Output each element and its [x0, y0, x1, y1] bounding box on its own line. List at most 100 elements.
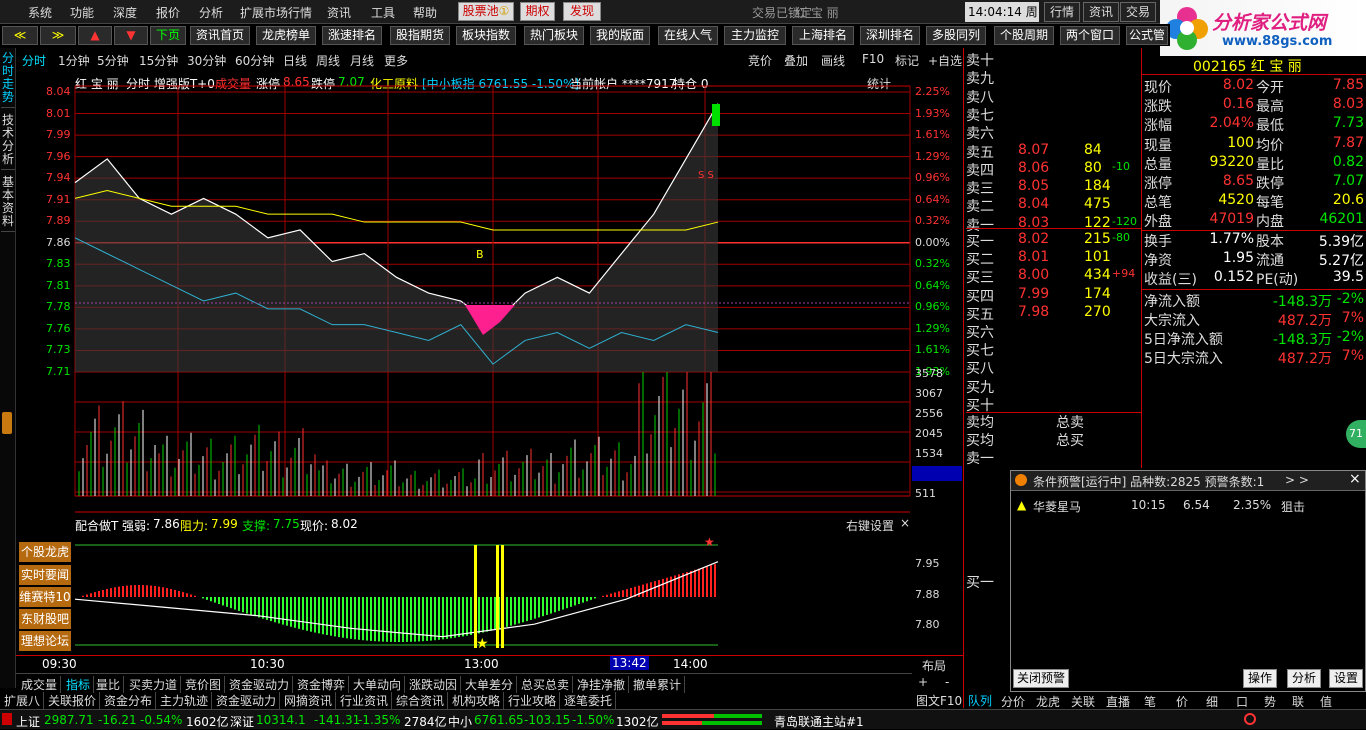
tab-indicator[interactable]: 指标	[66, 676, 95, 693]
divider	[966, 228, 1141, 229]
bottom-tab[interactable]: 分价	[1001, 693, 1025, 710]
total-sell-label: 总卖	[1056, 415, 1084, 431]
signal-bar	[501, 545, 504, 648]
bottom-tab[interactable]: 值	[1320, 693, 1332, 710]
buy-signal-label: B	[476, 248, 484, 261]
minus-icon[interactable]: -	[945, 675, 949, 689]
tab-rise-fall-cause[interactable]: 涨跌动因	[409, 676, 462, 693]
sell-level-row[interactable]: 卖九	[966, 68, 1141, 87]
sell-level-row[interactable]: 卖六	[966, 123, 1141, 142]
tab-web-news[interactable]: 网摘资讯	[284, 692, 337, 709]
sell-level-row[interactable]: 卖七	[966, 105, 1141, 124]
bottom-tab[interactable]: 联	[1292, 693, 1304, 710]
sell-level-row[interactable]: 卖四 8.06 80 -10	[966, 160, 1141, 179]
quote-label: 现价	[1144, 80, 1172, 96]
buy-level-row[interactable]: 买七	[966, 340, 1141, 359]
buy-level-row[interactable]: 买五 7.98 270	[966, 304, 1141, 323]
bottom-tab[interactable]: 细	[1206, 693, 1218, 710]
tag-stock-dragon[interactable]: 个股龙虎	[19, 542, 71, 562]
tab-cancel-total[interactable]: 撤单累计	[633, 676, 686, 693]
alert-row[interactable]: ▲ 华菱星马 10:15 6.54 2.35% 狙击	[1017, 498, 1357, 514]
alert-operate-button[interactable]: 操作	[1243, 669, 1277, 688]
tab-capital-game[interactable]: 资金博弈	[297, 676, 350, 693]
buy-level-row[interactable]: 买九	[966, 377, 1141, 396]
buy-level-row[interactable]: 买八	[966, 358, 1141, 377]
tab-buy-sell-force[interactable]: 买卖力道	[129, 676, 182, 693]
buy-level-row[interactable]: 买一 8.02 215 -80	[966, 231, 1141, 250]
tab-volume[interactable]: 成交量	[21, 676, 62, 693]
tab-main-trace[interactable]: 主力轨迹	[160, 692, 213, 709]
connection-icon	[1244, 713, 1256, 725]
queue-tab[interactable]: 队列	[968, 692, 992, 709]
price-tick: 7.89	[46, 214, 71, 228]
level-volume: 174	[1084, 285, 1111, 302]
bottom-tab[interactable]: 龙虎	[1036, 693, 1060, 710]
level-label: 买八	[966, 361, 994, 378]
quote-value: 8.03	[1332, 96, 1364, 113]
alert-titlebar[interactable]: 条件预警[运行中] 品种数:2825 预警条数:1 > > ×	[1011, 471, 1365, 491]
close-icon[interactable]: ×	[1349, 471, 1361, 487]
tab-industry-news[interactable]: 行业资讯	[340, 692, 393, 709]
tab-ext-eight[interactable]: 扩展八	[4, 692, 45, 709]
add-icon[interactable]: +	[918, 675, 928, 689]
alert-analyze-button[interactable]: 分析	[1287, 669, 1321, 688]
strength-label: 强弱:	[122, 519, 151, 533]
float-badge[interactable]: 71	[1346, 420, 1366, 448]
alert-settings-button[interactable]: 设置	[1329, 669, 1363, 688]
alert-more[interactable]: > >	[1285, 473, 1309, 487]
bottom-tab[interactable]: 势	[1264, 693, 1276, 710]
buy-level-row[interactable]: 买十	[966, 395, 1141, 414]
close-icon[interactable]: ×	[900, 516, 910, 530]
volume-tick: 1534	[915, 447, 943, 460]
bottom-tab[interactable]: 价	[1176, 693, 1188, 710]
buy-level-row[interactable]: 买四 7.99 174	[966, 286, 1141, 305]
tag-weisaite[interactable]: 维赛特10	[19, 587, 71, 607]
buy-level-row[interactable]: 买三 8.00 434 +94	[966, 267, 1141, 286]
sell-level-row[interactable]: 卖八	[966, 87, 1141, 106]
tab-auction-chart[interactable]: 竞价图	[185, 676, 226, 693]
buy-level-row[interactable]: 买二 8.01 101	[966, 249, 1141, 268]
flow-pct: 7%	[1341, 348, 1364, 364]
sh-change: -16.21	[98, 713, 137, 727]
tab-capital-drive[interactable]: 资金驱动力	[229, 676, 294, 693]
tag-eastmoney-bar[interactable]: 东财股吧	[19, 609, 71, 629]
figure-f10-button[interactable]: 图文F10	[916, 692, 962, 709]
level-price: 8.05	[1018, 178, 1050, 195]
bottom-tab[interactable]: 直播	[1106, 693, 1130, 710]
sell-level-row[interactable]: 卖十	[966, 50, 1141, 69]
quote-value: 1.95	[1222, 249, 1254, 266]
resistance-value: 7.99	[211, 517, 238, 531]
bottom-tab[interactable]: 口	[1236, 693, 1248, 710]
tab-capital-drive-2[interactable]: 资金驱动力	[216, 692, 281, 709]
layout-button[interactable]: 布局	[922, 657, 946, 674]
buy-level-row[interactable]: 买六	[966, 322, 1141, 341]
tab-tick-order[interactable]: 逐笔委托	[564, 692, 617, 709]
tag-realtime-news[interactable]: 实时要闻	[19, 565, 71, 585]
tab-net-order[interactable]: 净挂净撤	[577, 676, 630, 693]
tab-institution[interactable]: 机构攻略	[452, 692, 505, 709]
level-label: 买三	[966, 270, 994, 287]
tab-big-order[interactable]: 大单动向	[353, 676, 406, 693]
sell-level-row[interactable]: 卖三 8.05 184	[966, 178, 1141, 197]
quote-label: 收益(三)	[1144, 272, 1197, 288]
quote-row: 总笔 4520 每笔 20.6	[1144, 192, 1366, 211]
tab-fund-distribution[interactable]: 资金分布	[104, 692, 157, 709]
tab-total-buy-sell[interactable]: 总买总卖	[521, 676, 574, 693]
quote-value: 7.87	[1332, 134, 1364, 151]
tab-industry-strategy[interactable]: 行业攻略	[508, 692, 561, 709]
tab-volume-ratio[interactable]: 量比	[96, 676, 125, 693]
tag-forum[interactable]: 理想论坛	[19, 631, 71, 651]
close-alert-button[interactable]: 关闭预警	[1013, 669, 1069, 688]
sell-level-row[interactable]: 卖五 8.07 84	[966, 142, 1141, 161]
price-tick: 7.73	[46, 343, 71, 357]
pct-tick: 1.61%	[915, 128, 950, 142]
bottom-tab[interactable]: 笔	[1144, 693, 1156, 710]
bottom-tab[interactable]: 关联	[1071, 693, 1095, 710]
menu-icon[interactable]	[2, 713, 12, 725]
right-click-settings[interactable]: 右键设置	[846, 517, 894, 534]
tab-related-quote[interactable]: 关联报价	[48, 692, 101, 709]
volume-tick: 3578	[915, 367, 943, 380]
sell-level-row[interactable]: 卖二 8.04 475	[966, 196, 1141, 215]
tab-big-order-diff[interactable]: 大单差分	[465, 676, 518, 693]
tab-general-news[interactable]: 综合资讯	[396, 692, 449, 709]
